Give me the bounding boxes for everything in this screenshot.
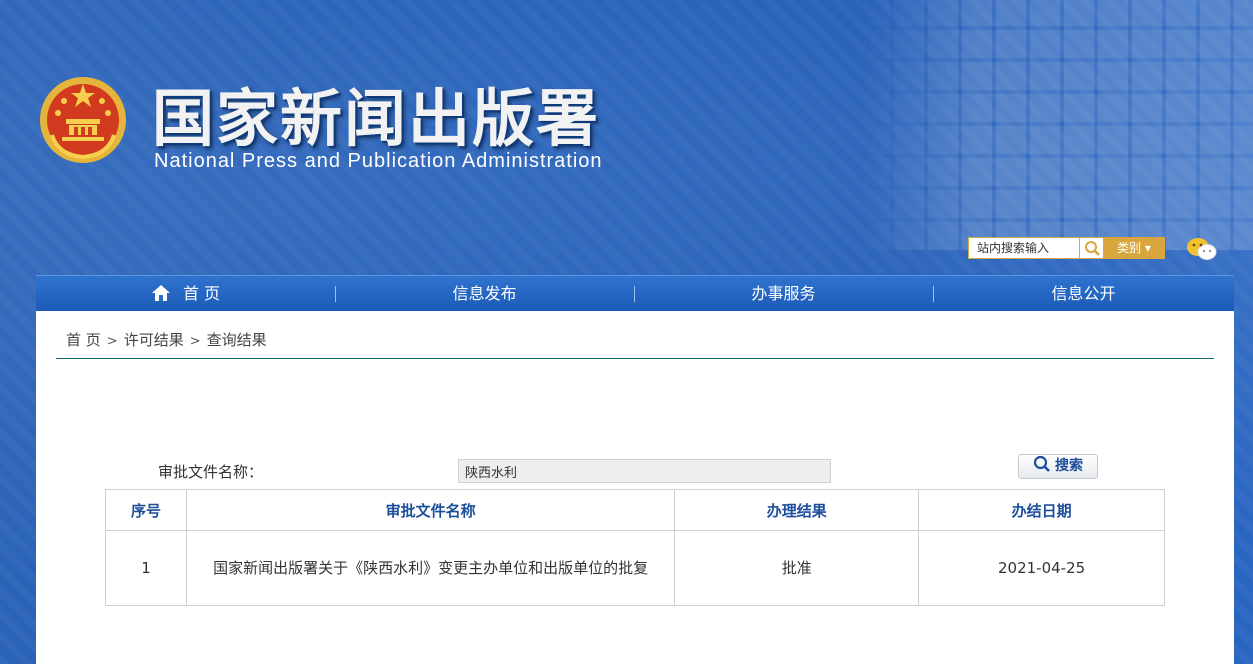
breadcrumb-divider <box>56 358 1214 359</box>
column-header-document-name: 审批文件名称 <box>185 489 676 531</box>
row-date: 2021-04-25 <box>918 530 1165 606</box>
site-search: 类别 ▾ <box>968 237 1165 259</box>
home-icon <box>151 285 170 301</box>
row-index: 1 <box>105 530 187 606</box>
search-icon[interactable] <box>1079 238 1104 258</box>
breadcrumb-home[interactable]: 首 页 <box>66 331 101 349</box>
filter-label: 审批文件名称： <box>158 463 264 481</box>
search-button-label: 搜索 <box>1055 458 1083 474</box>
breadcrumb-separator: > <box>106 334 118 349</box>
nav-item-info-release[interactable]: 信息发布 <box>335 276 634 312</box>
table-header-row: 序号 审批文件名称 办理结果 办结日期 <box>105 489 1165 531</box>
nav-item-services[interactable]: 办事服务 <box>634 276 933 312</box>
search-button[interactable]: 搜索 <box>1018 454 1098 479</box>
nav-item-home-label: 首 页 <box>182 284 221 303</box>
breadcrumb-query-results: 查询结果 <box>206 331 267 349</box>
breadcrumb-separator: > <box>189 334 201 349</box>
row-document-name[interactable]: 国家新闻出版署关于《陕西水利》变更主办单位和出版单位的批复 <box>185 530 676 606</box>
main-content: 首 页 > 许可结果 > 查询结果 审批文件名称： 搜索 序号 审批文件名称 办理结果 … <box>36 311 1234 664</box>
site-search-input[interactable] <box>969 238 1085 258</box>
results-table: 序号 审批文件名称 办理结果 办结日期 1 国家新闻出版署关于《陕西水利》变更主… <box>105 489 1165 606</box>
national-emblem-icon <box>38 75 128 165</box>
search-icon <box>1033 455 1050 472</box>
header-calligraphy-tiles <box>860 0 1253 250</box>
column-header-date: 办结日期 <box>918 489 1165 531</box>
nav-item-home[interactable]: 首 页 <box>36 276 335 312</box>
breadcrumb: 首 页 > 许可结果 > 查询结果 <box>66 329 267 350</box>
wechat-icon[interactable] <box>1186 236 1218 262</box>
breadcrumb-license-results[interactable]: 许可结果 <box>124 331 184 349</box>
nav-item-info-disclosure[interactable]: 信息公开 <box>933 276 1234 312</box>
site-title: 国家新闻出版署 <box>152 82 601 155</box>
main-nav: 首 页 信息发布 办事服务 信息公开 <box>36 275 1234 312</box>
table-row: 1 国家新闻出版署关于《陕西水利》变更主办单位和出版单位的批复 批准 2021-… <box>105 530 1165 606</box>
row-result: 批准 <box>674 530 920 606</box>
document-name-input[interactable] <box>458 459 831 483</box>
site-subtitle: National Press and Publication Administr… <box>154 150 603 172</box>
column-header-index: 序号 <box>105 489 187 531</box>
column-header-result: 办理结果 <box>674 489 920 531</box>
category-dropdown[interactable]: 类别 ▾ <box>1103 237 1165 259</box>
